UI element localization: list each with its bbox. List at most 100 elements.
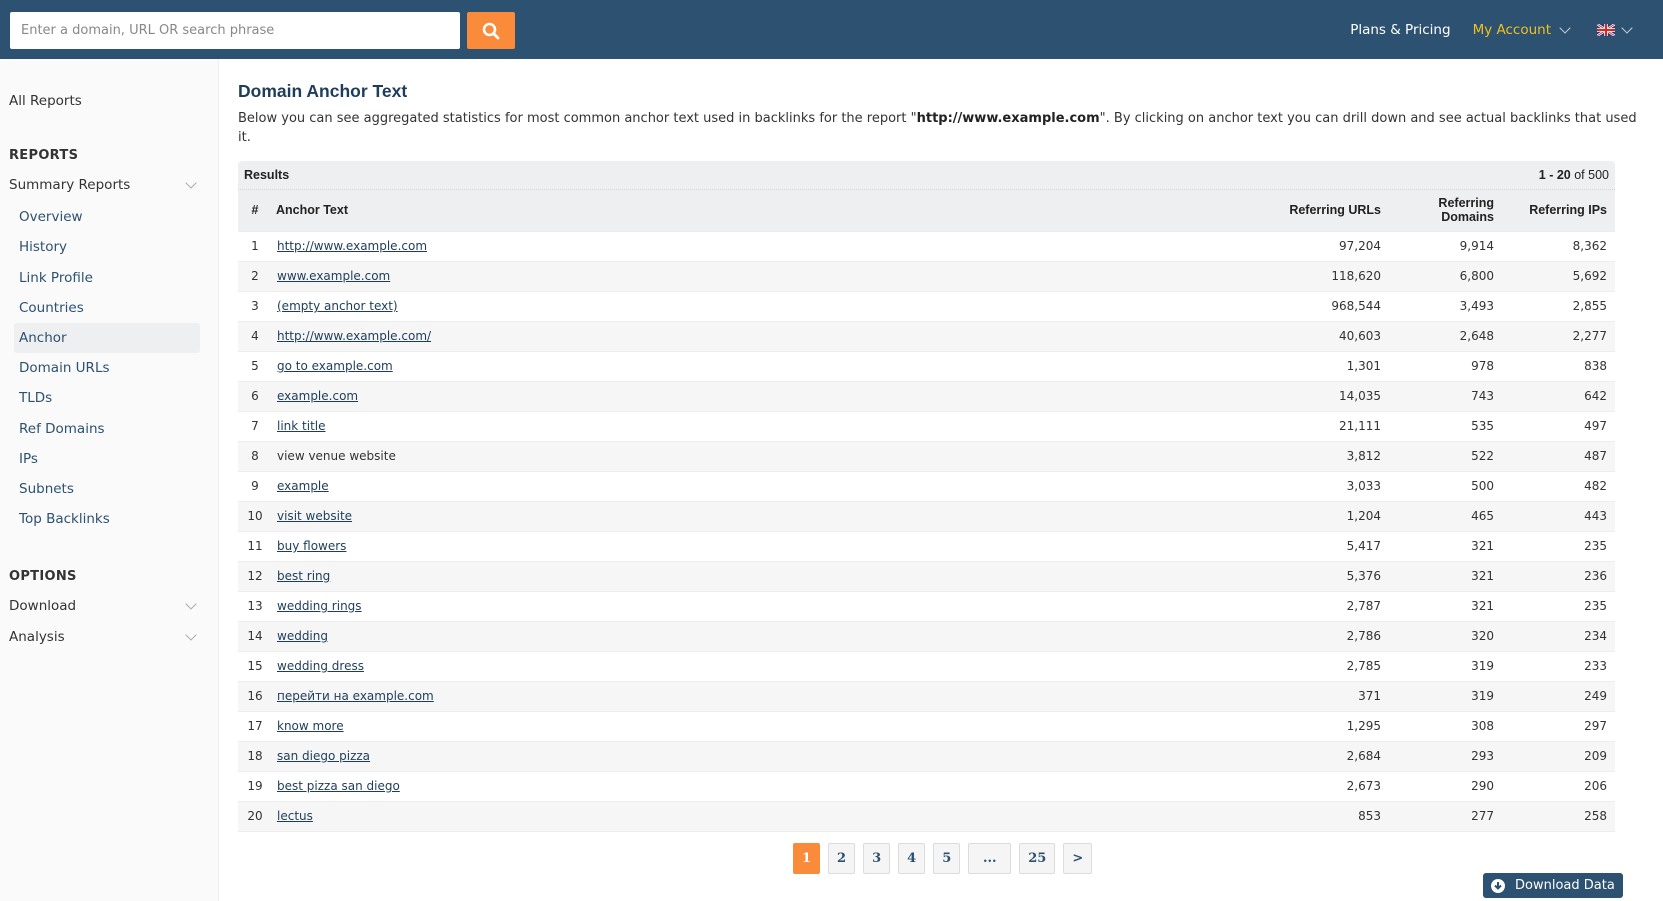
sidebar-item-tlds[interactable]: TLDs bbox=[14, 383, 200, 413]
referring-urls-cell: 97,204 bbox=[1339, 239, 1381, 253]
anchor-cell: wedding dress bbox=[268, 651, 1259, 681]
sidebar-item-history[interactable]: History bbox=[14, 232, 200, 262]
referring-urls-cell: 14,035 bbox=[1339, 389, 1381, 403]
anchor-link[interactable]: example bbox=[277, 479, 329, 493]
sidebar-item-subnets[interactable]: Subnets bbox=[14, 474, 200, 504]
referring-domains-cell: 321 bbox=[1471, 569, 1494, 583]
search-button[interactable] bbox=[467, 12, 515, 49]
table-row: 15 wedding dress 2,785 319 233 bbox=[238, 651, 1615, 681]
anchor-link[interactable]: san diego pizza bbox=[277, 749, 370, 763]
summary-reports-toggle[interactable]: Summary Reports bbox=[9, 176, 201, 193]
referring-urls-cell: 2,785 bbox=[1346, 659, 1381, 673]
anchor-link[interactable]: http://www.example.com bbox=[277, 239, 427, 253]
plans-pricing-link[interactable]: Plans & Pricing bbox=[1350, 22, 1450, 38]
results-total: of 500 bbox=[1574, 168, 1609, 182]
sidebar-item-top-backlinks[interactable]: Top Backlinks bbox=[14, 504, 200, 534]
referring-domains-cell: 9,914 bbox=[1459, 239, 1494, 253]
sidebar-item-anchor[interactable]: Anchor bbox=[14, 323, 200, 353]
search-icon bbox=[482, 22, 500, 39]
referring-domains-cell: 465 bbox=[1471, 509, 1494, 523]
referring-ips-cell: 209 bbox=[1584, 749, 1607, 763]
referring-ips-cell: 2,855 bbox=[1572, 299, 1607, 313]
anchor-link[interactable]: http://www.example.com/ bbox=[277, 329, 431, 343]
sidebar-item-domain-urls[interactable]: Domain URLs bbox=[14, 353, 200, 383]
page-button[interactable]: 2 bbox=[828, 843, 856, 874]
anchor-link[interactable]: best ring bbox=[277, 569, 330, 583]
referring-domains-cell: 978 bbox=[1471, 359, 1494, 373]
next-page-button[interactable]: > bbox=[1063, 843, 1093, 874]
anchor-link[interactable]: example.com bbox=[277, 389, 358, 403]
referring-urls-cell: 2,787 bbox=[1346, 599, 1381, 613]
results-label: Results bbox=[244, 168, 290, 182]
uk-flag-icon[interactable] bbox=[1597, 23, 1615, 36]
referring-urls-cell: 3,812 bbox=[1346, 449, 1381, 463]
anchor-link[interactable]: wedding dress bbox=[277, 659, 364, 673]
anchor-cell: перейти на example.com bbox=[268, 681, 1259, 711]
chevron-down-icon[interactable] bbox=[1559, 21, 1571, 34]
sidebar-item-ips[interactable]: IPs bbox=[14, 444, 200, 474]
referring-ips-cell: 838 bbox=[1584, 359, 1607, 373]
referring-domains-cell: 743 bbox=[1471, 389, 1494, 403]
chevron-down-icon bbox=[185, 176, 197, 189]
sidebar-item-overview[interactable]: Overview bbox=[14, 202, 200, 232]
anchor-link[interactable]: перейти на example.com bbox=[277, 689, 434, 703]
page-button[interactable]: 5 bbox=[933, 843, 961, 874]
page-title: Domain Anchor Text bbox=[238, 81, 408, 101]
results-range: 1 - 20 bbox=[1538, 168, 1571, 182]
col-header-urls[interactable]: Referring URLs bbox=[1259, 190, 1389, 231]
referring-ips-cell: 236 bbox=[1584, 569, 1607, 583]
row-number: 8 bbox=[251, 449, 259, 463]
referring-domains-cell: 535 bbox=[1471, 419, 1494, 433]
referring-ips-cell: 235 bbox=[1584, 539, 1607, 553]
sidebar-item-link-profile[interactable]: Link Profile bbox=[14, 263, 200, 293]
anchor-link[interactable]: link title bbox=[277, 419, 326, 433]
search-input[interactable] bbox=[10, 12, 460, 49]
anchor-cell: (empty anchor text) bbox=[268, 291, 1259, 321]
anchor-link[interactable]: wedding bbox=[277, 629, 328, 643]
anchor-cell: view venue website bbox=[268, 441, 1259, 471]
row-number: 14 bbox=[247, 629, 263, 643]
anchor-link[interactable]: know more bbox=[277, 719, 344, 733]
anchor-cell: san diego pizza bbox=[268, 741, 1259, 771]
table-row: 4 http://www.example.com/40,603 2,648 2,277 bbox=[238, 321, 1615, 351]
anchor-link[interactable]: wedding rings bbox=[277, 599, 362, 613]
col-header-domains[interactable]: Referring Domains bbox=[1389, 190, 1502, 231]
anchor-link[interactable]: lectus bbox=[277, 809, 313, 823]
anchor-link[interactable]: go to example.com bbox=[277, 359, 393, 373]
col-header-ips[interactable]: Referring IPs bbox=[1502, 190, 1615, 231]
anchor-link[interactable]: visit website bbox=[277, 509, 352, 523]
referring-ips-cell: 642 bbox=[1584, 389, 1607, 403]
sidebar-item-countries[interactable]: Countries bbox=[14, 293, 200, 323]
anchor-link[interactable]: www.example.com bbox=[277, 269, 390, 283]
row-number: 7 bbox=[251, 419, 259, 433]
anchor-link[interactable]: (empty anchor text) bbox=[277, 299, 398, 313]
table-row: 18 san diego pizza 2,684 293 209 bbox=[238, 741, 1615, 771]
table-row: 9 example 3,033 500 482 bbox=[238, 471, 1615, 501]
top-bar: Plans & Pricing My Account bbox=[0, 0, 1663, 59]
anchor-link[interactable]: buy flowers bbox=[277, 539, 346, 553]
row-number: 15 bbox=[247, 659, 263, 673]
table-row: 5 go to example.com 1,301 978 838 bbox=[238, 351, 1615, 381]
referring-urls-cell: 371 bbox=[1358, 689, 1381, 703]
col-header-anchor[interactable]: Anchor Text bbox=[268, 190, 1259, 231]
row-number: 5 bbox=[251, 359, 259, 373]
my-account-menu[interactable]: My Account bbox=[1473, 22, 1551, 38]
row-number: 13 bbox=[247, 599, 263, 613]
all-reports-link[interactable]: All Reports bbox=[9, 93, 82, 109]
anchor-table: # Anchor Text Referring URLs Referring D… bbox=[238, 190, 1615, 832]
row-number: 6 bbox=[251, 389, 259, 403]
analysis-options-toggle[interactable]: Analysis bbox=[9, 628, 201, 645]
anchor-link[interactable]: best pizza san diego bbox=[277, 779, 400, 793]
table-row: 11 buy flowers 5,417 321 235 bbox=[238, 531, 1615, 561]
referring-ips-cell: 249 bbox=[1584, 689, 1607, 703]
anchor-cell: best ring bbox=[268, 561, 1259, 591]
download-data-button[interactable]: Download Data bbox=[1483, 873, 1623, 898]
page-button[interactable]: 3 bbox=[863, 843, 891, 874]
page-button[interactable]: 4 bbox=[898, 843, 926, 874]
sidebar-item-ref-domains[interactable]: Ref Domains bbox=[14, 414, 200, 444]
page-button[interactable]: 1 bbox=[793, 843, 821, 874]
referring-ips-cell: 2,277 bbox=[1572, 329, 1607, 343]
language-chevron-icon[interactable] bbox=[1621, 21, 1633, 34]
download-options-toggle[interactable]: Download bbox=[9, 597, 201, 614]
page-button[interactable]: 25 bbox=[1019, 843, 1056, 874]
